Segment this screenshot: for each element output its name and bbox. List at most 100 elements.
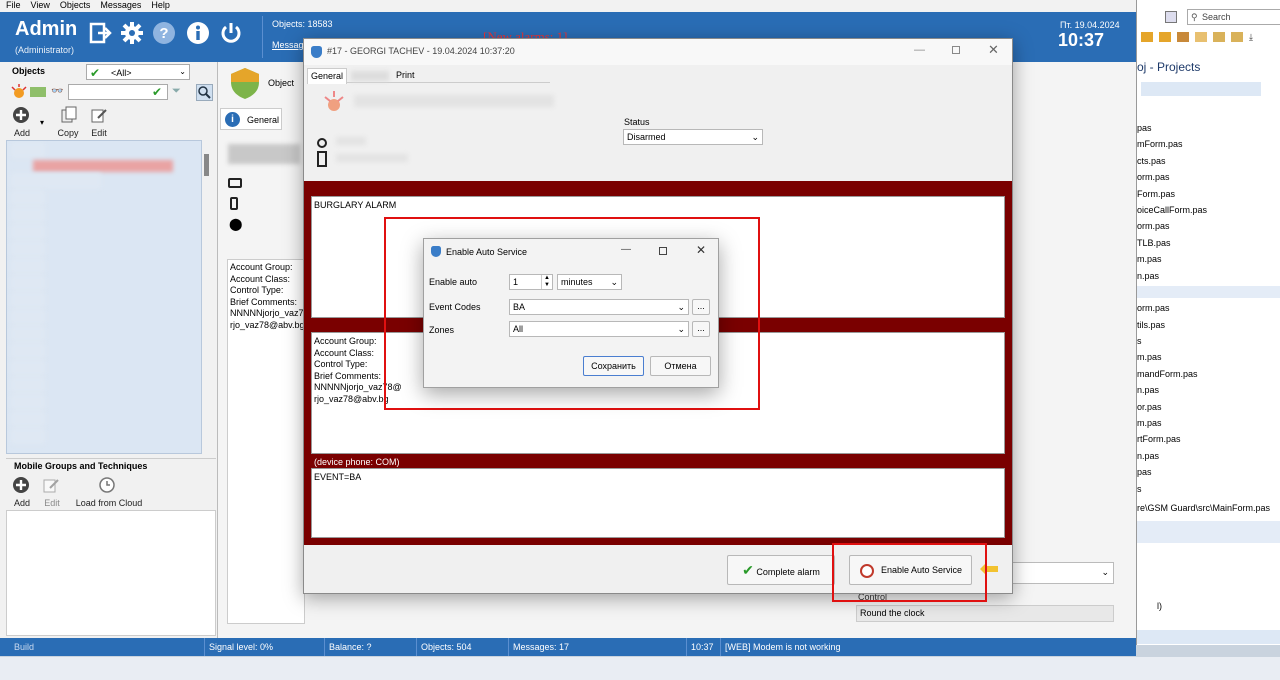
menu-messages[interactable]: Messages xyxy=(100,0,141,12)
object-tab[interactable]: Object xyxy=(268,78,294,88)
menu-objects[interactable]: Objects xyxy=(60,0,91,12)
ide-file-list[interactable]: pas mForm.pas cts.pas orm.pas Form.pas oiceCa… xyxy=(1137,120,1280,497)
folder-icon[interactable] xyxy=(1141,32,1153,42)
logout-icon[interactable] xyxy=(88,21,112,45)
object-filter-select[interactable]: ✔ <All> ⌄ xyxy=(86,64,190,80)
tree-item[interactable] xyxy=(11,207,45,223)
ide-file-item[interactable]: m.pas xyxy=(1137,349,1280,365)
menu-view[interactable]: View xyxy=(31,0,50,12)
table-icon[interactable] xyxy=(1213,32,1225,42)
ide-file-item[interactable]: s xyxy=(1137,333,1280,349)
tree-item[interactable] xyxy=(11,309,45,325)
ide-file-item[interactable]: cts.pas xyxy=(1137,153,1280,169)
mobile-edit-button[interactable]: Edit xyxy=(42,476,62,512)
power-icon[interactable] xyxy=(219,21,243,45)
tree-item[interactable] xyxy=(11,224,45,240)
ide-project-toolbar[interactable] xyxy=(1141,82,1261,96)
ide-file-item[interactable]: mForm.pas xyxy=(1137,136,1280,152)
apply-check-icon[interactable]: ✔ xyxy=(152,85,162,99)
ide-file-item[interactable]: rtForm.pas xyxy=(1137,431,1280,447)
save-button[interactable]: Сохранить xyxy=(583,356,644,376)
ide-file-item[interactable]: m.pas xyxy=(1137,415,1280,431)
spinner-icon[interactable]: ▲ ▼ xyxy=(541,275,552,289)
tree-item[interactable] xyxy=(11,292,45,308)
tree-item[interactable] xyxy=(11,377,45,393)
ide-file-item[interactable]: s xyxy=(1137,481,1280,497)
tree-item[interactable] xyxy=(11,190,45,206)
ide-file-item[interactable]: mandForm.pas xyxy=(1137,366,1280,382)
maximize-icon[interactable] xyxy=(659,247,667,255)
ide-file-item[interactable]: pas xyxy=(1137,464,1280,480)
tree-item[interactable] xyxy=(11,428,45,444)
ide-file-item[interactable]: orm.pas xyxy=(1137,169,1280,185)
event-codes-browse-button[interactable]: ... xyxy=(692,299,710,315)
minimize-icon[interactable]: — xyxy=(621,244,631,255)
cursor-tool-icon[interactable] xyxy=(1165,11,1177,23)
tree-item[interactable] xyxy=(11,173,101,189)
add-dropdown-icon[interactable]: ▾ xyxy=(40,118,44,127)
load-from-cloud-button[interactable]: Load from Cloud xyxy=(70,476,148,512)
menu-file[interactable]: File xyxy=(6,0,21,12)
layout-icon[interactable] xyxy=(1231,32,1243,42)
time-unit-select[interactable]: minutes ⌄ xyxy=(557,274,622,290)
gear-icon[interactable] xyxy=(120,21,144,45)
tree-item[interactable] xyxy=(11,360,45,376)
tab-blurred[interactable] xyxy=(351,71,389,81)
mobile-add-button[interactable]: Add xyxy=(12,476,32,512)
tree-item-alarm[interactable] xyxy=(33,160,173,172)
pin-icon[interactable]: ⤓ xyxy=(1249,32,1259,42)
filter-icon[interactable]: ⏷ xyxy=(172,85,181,98)
complete-alarm-button[interactable]: ✔ Complete alarm xyxy=(727,555,835,585)
ide-search-input[interactable]: ⚲ Search xyxy=(1187,9,1280,25)
round-clock-field[interactable]: Round the clock xyxy=(856,605,1114,622)
zones-browse-button[interactable]: ... xyxy=(692,321,710,337)
ide-file-item[interactable]: n.pas xyxy=(1137,268,1280,284)
search-icon[interactable] xyxy=(196,84,213,101)
tree-item[interactable] xyxy=(11,394,45,410)
ide-file-item[interactable]: orm.pas xyxy=(1137,300,1280,316)
event-codes-select[interactable]: BA ⌄ xyxy=(509,299,689,315)
help-icon[interactable]: ? xyxy=(152,21,176,45)
ide-file-item[interactable]: or.pas xyxy=(1137,399,1280,415)
tree-item[interactable] xyxy=(11,142,45,158)
status-select[interactable]: Disarmed ⌄ xyxy=(623,129,763,145)
tree-item[interactable] xyxy=(11,343,45,359)
ide-file-item[interactable]: n.pas xyxy=(1137,382,1280,398)
minimize-icon[interactable]: — xyxy=(914,44,925,56)
ide-file-item[interactable]: tils.pas xyxy=(1137,317,1280,333)
close-icon[interactable]: ✕ xyxy=(988,42,999,58)
info-icon[interactable] xyxy=(186,21,210,45)
cancel-button[interactable]: Отмена xyxy=(650,356,711,376)
general-tab[interactable]: i General xyxy=(220,108,282,130)
event-textbox[interactable]: EVENT=BA xyxy=(311,468,1005,538)
maximize-icon[interactable] xyxy=(952,46,960,54)
settings-icon[interactable] xyxy=(1195,32,1207,42)
download-icon[interactable] xyxy=(1177,32,1189,42)
tab-general[interactable]: General xyxy=(307,68,347,84)
ide-file-item[interactable]: n.pas xyxy=(1137,448,1280,464)
alarm-lamp-icon[interactable] xyxy=(10,84,28,100)
tree-item[interactable] xyxy=(11,411,45,427)
ide-file-item[interactable]: pas xyxy=(1137,120,1280,136)
tab-print[interactable]: Print xyxy=(396,70,415,80)
folder-open-icon[interactable] xyxy=(1159,32,1171,42)
close-icon[interactable]: ✕ xyxy=(696,243,706,257)
tree-item[interactable] xyxy=(11,241,45,257)
messages-link[interactable]: Messag xyxy=(272,40,304,50)
ide-file-item[interactable]: m.pas xyxy=(1137,251,1280,267)
tree-item[interactable] xyxy=(11,326,45,342)
enable-auto-input[interactable]: 1 ▲ ▼ xyxy=(509,274,553,290)
tree-item[interactable] xyxy=(11,258,45,274)
ide-file-item[interactable]: TLB.pas xyxy=(1137,235,1280,251)
mobile-groups-list[interactable] xyxy=(6,510,216,636)
menu-help[interactable]: Help xyxy=(151,0,170,12)
binoculars-icon[interactable]: 👓 xyxy=(51,86,63,97)
battery-icon[interactable] xyxy=(30,87,46,97)
ide-file-item[interactable]: oiceCallForm.pas xyxy=(1137,202,1280,218)
tree-item[interactable] xyxy=(11,275,45,291)
tree-scrollbar[interactable] xyxy=(204,154,209,176)
objects-tree[interactable] xyxy=(6,140,202,454)
ide-file-item[interactable]: Form.pas xyxy=(1137,186,1280,202)
zones-select[interactable]: All ⌄ xyxy=(509,321,689,337)
ide-file-item[interactable]: orm.pas xyxy=(1137,218,1280,234)
